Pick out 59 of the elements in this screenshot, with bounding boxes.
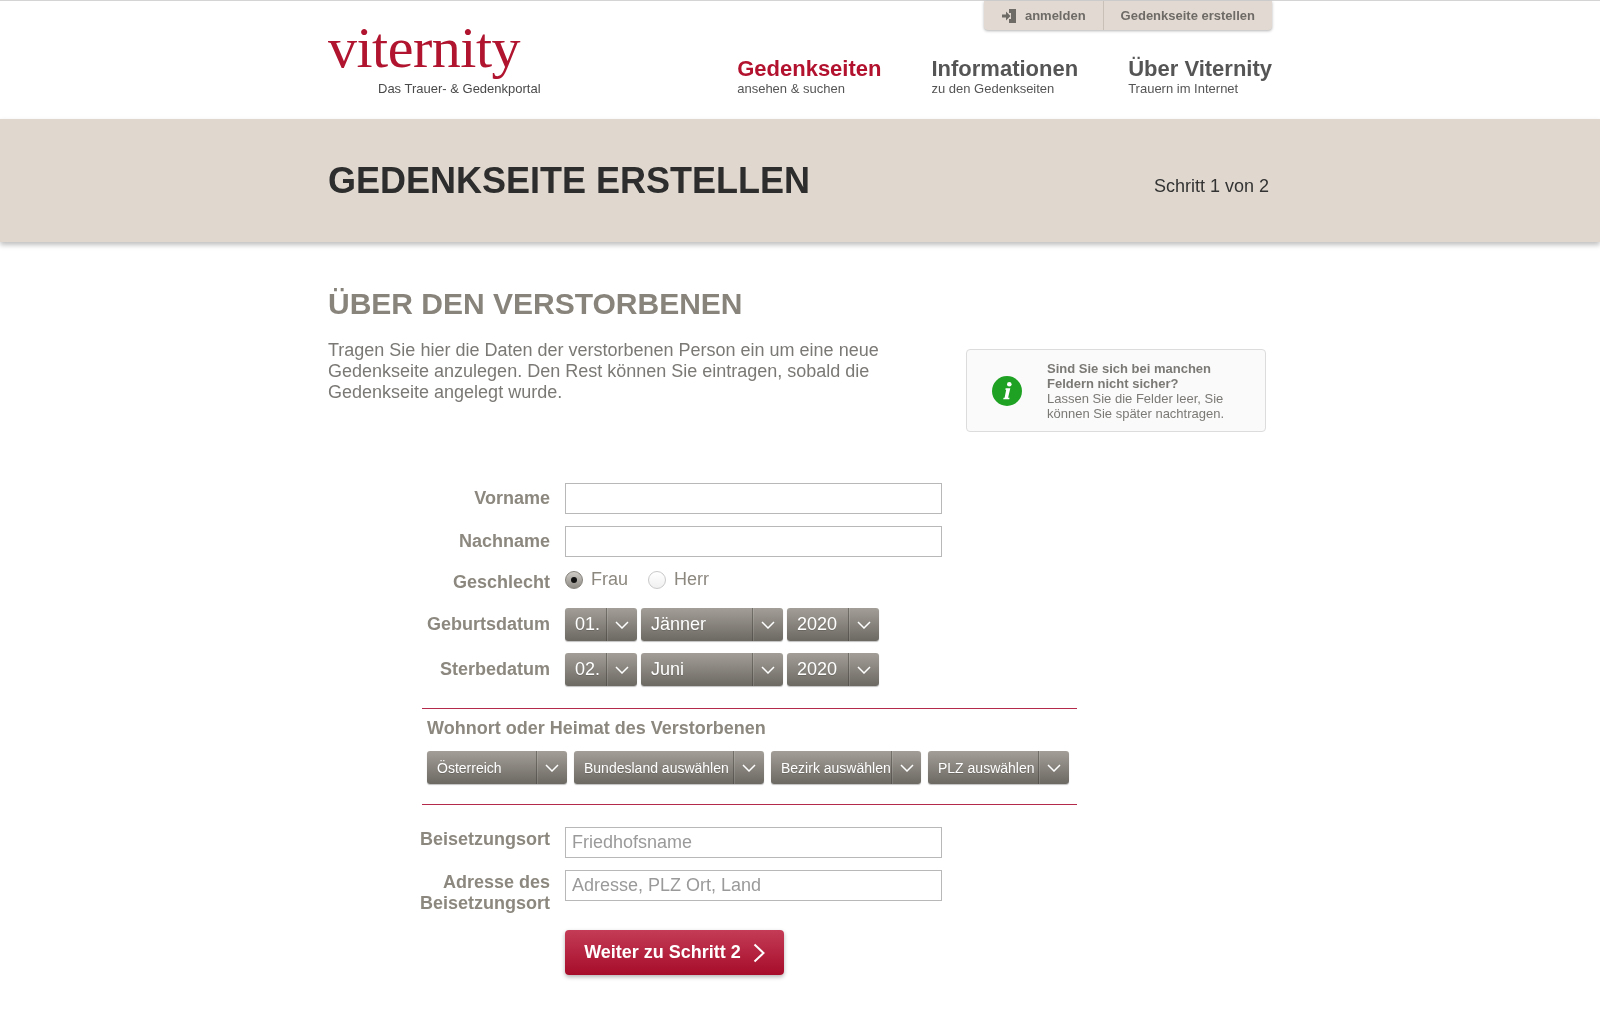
intro-text: Tragen Sie hier die Daten der verstorbenen Person ein um eine neue Gedenkseite anzulegen. Den Rest können Sie eintragen, sobald die Gedenkseite angelegt wurde. — [328, 340, 880, 403]
login-link[interactable]: anmelden — [983, 1, 1103, 30]
info-icon — [992, 375, 1022, 406]
chevron-down-icon — [899, 763, 914, 772]
chevron-down-icon — [615, 665, 629, 674]
radio-button[interactable] — [648, 570, 666, 589]
chevron-down-icon — [615, 620, 629, 629]
top-link[interactable]: Gedenkseite erstellen — [1102, 1, 1272, 30]
logo-tagline: Das Trauer- & Gedenkportal — [378, 81, 541, 97]
chevron-down-icon — [545, 763, 559, 772]
text-input[interactable] — [565, 526, 942, 557]
location-dropdown[interactable]: Bezirk auswählen — [771, 751, 921, 784]
nav-item[interactable]: Gedenkseiten ansehen & suchen — [737, 57, 882, 96]
month-dropdown[interactable]: Juni — [641, 653, 783, 686]
nav-title: Gedenkseiten — [737, 57, 882, 81]
chevron-down-icon — [857, 620, 871, 629]
day-dropdown[interactable]: 02. — [565, 653, 637, 686]
field-label: Geburtsdatum — [426, 614, 550, 635]
step-indicator: Schritt 1 von 2 — [1153, 176, 1269, 197]
info-title: Sind Sie sich bei manchen Feldern nicht sicher? — [1047, 360, 1212, 391]
nav-item[interactable]: Informationen zu den Gedenkseiten — [931, 57, 1079, 96]
location-dropdown[interactable]: Bundesland auswählen — [574, 751, 764, 784]
field-label: Sterbedatum — [438, 659, 550, 680]
nav-item[interactable]: Über Viternity Trauern im Internet — [1128, 57, 1272, 96]
chevron-right-icon — [752, 942, 765, 963]
month-dropdown[interactable]: Jänner — [641, 608, 783, 641]
chevron-down-icon — [1047, 763, 1061, 772]
radio-button[interactable] — [565, 570, 583, 589]
section-heading: ÜBER DEN VERSTORBENEN — [328, 286, 744, 322]
nav-title: Informationen — [931, 57, 1079, 81]
nav-subtitle: Trauern im Internet — [1128, 81, 1240, 96]
nav-subtitle: ansehen & suchen — [737, 81, 846, 96]
chevron-down-icon — [761, 620, 775, 629]
nav-title: Über Viternity — [1128, 57, 1272, 81]
field-label: Adresse des Beisetzungsort — [418, 871, 550, 914]
field-label: Geschlecht — [451, 572, 550, 593]
location-dropdown[interactable]: Österreich — [427, 751, 567, 784]
field-label: Beisetzungsort — [418, 828, 550, 850]
location-dropdown[interactable]: PLZ auswählen — [928, 751, 1069, 784]
info-text: Lassen Sie die Felder leer, Sie können Sie später nachtragen. — [1047, 390, 1226, 421]
text-input[interactable]: Adresse, PLZ Ort, Land — [565, 870, 942, 901]
logo-wordmark[interactable]: viternity — [328, 19, 520, 77]
field-label: Nachname — [457, 531, 550, 552]
field-label: Vorname — [473, 488, 550, 509]
radio-option[interactable]: Frau — [565, 569, 628, 590]
chevron-down-icon — [742, 763, 756, 772]
text-input[interactable]: Friedhofsname — [565, 827, 942, 858]
page-title: GEDENKSEITE ERSTELLEN — [328, 159, 811, 202]
text-input[interactable] — [565, 483, 942, 514]
next-step-button[interactable]: Weiter zu Schritt 2 — [565, 930, 784, 975]
year-dropdown[interactable]: 2020 — [787, 608, 879, 641]
radio-option[interactable]: Herr — [648, 569, 709, 590]
residence-heading: Wohnort oder Heimat des Verstorbenen — [427, 718, 767, 739]
login-icon — [1000, 7, 1017, 24]
chevron-down-icon — [761, 665, 775, 674]
nav-subtitle: zu den Gedenkseiten — [931, 81, 1056, 96]
chevron-down-icon — [857, 665, 871, 674]
year-dropdown[interactable]: 2020 — [787, 653, 879, 686]
day-dropdown[interactable]: 01. — [565, 608, 637, 641]
